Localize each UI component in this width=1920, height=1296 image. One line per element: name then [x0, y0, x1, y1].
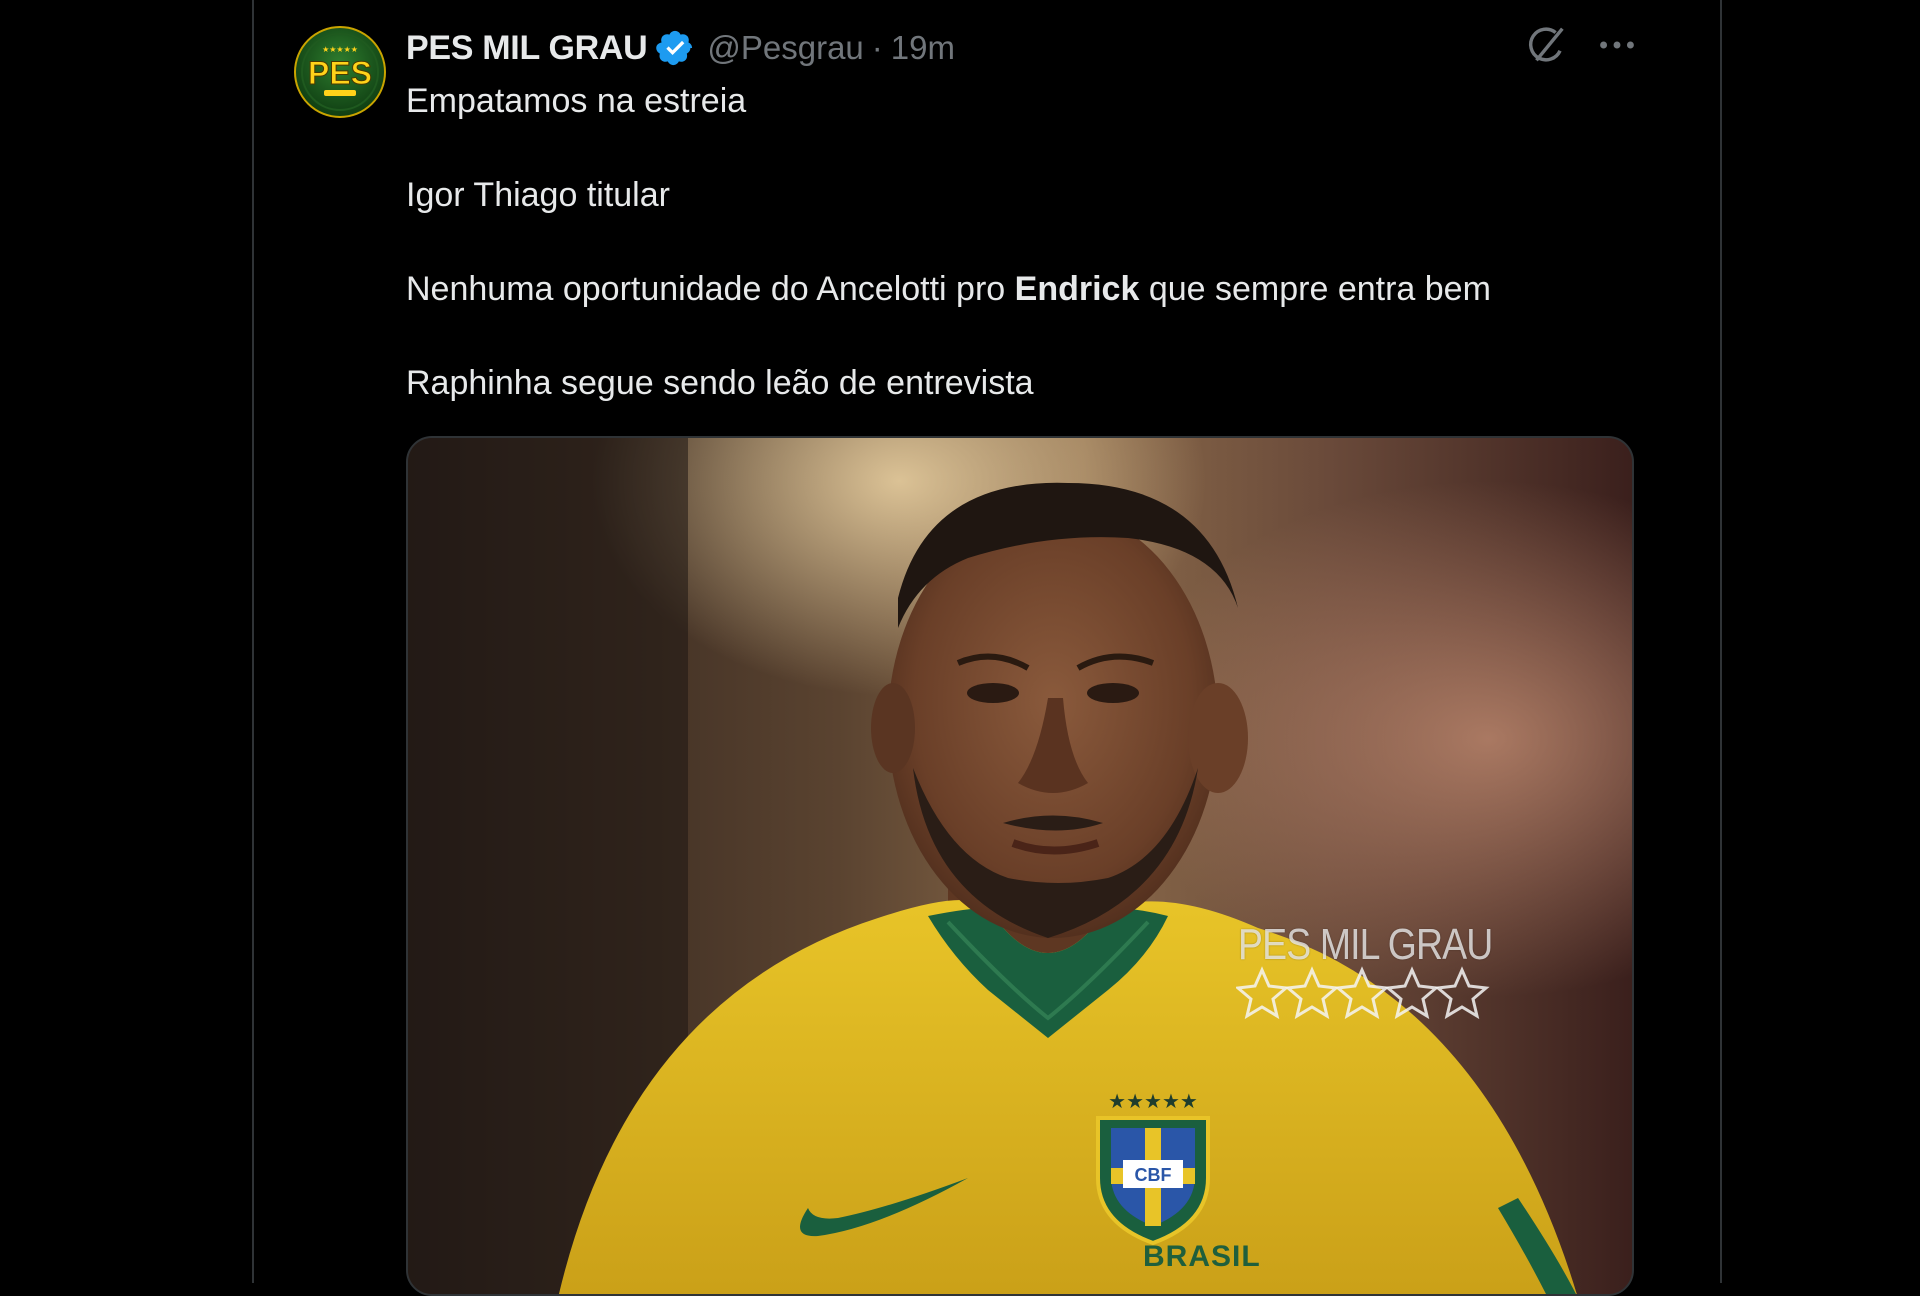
tweet[interactable]: PES ★★★★★ PES MIL GRAU @Pesgrau · 19m Em…	[254, 0, 1720, 1296]
verified-badge-icon[interactable]	[655, 28, 695, 68]
tweet-line-3-bold: Endrick	[1014, 270, 1140, 308]
watermark-stars	[1236, 966, 1490, 1020]
svg-text:★★★★★: ★★★★★	[1108, 1089, 1198, 1113]
display-name[interactable]: PES MIL GRAU	[406, 29, 648, 68]
watermark-text: PES MIL GRAU	[1238, 920, 1493, 969]
tweet-line-1: Empatamos na estreia	[406, 82, 747, 120]
tweet-text: Empatamos na estreia Igor Thiago titular…	[406, 78, 1606, 407]
grok-icon[interactable]	[1524, 22, 1570, 68]
crest-badge-text: CBF	[1135, 1165, 1172, 1185]
handle[interactable]: @Pesgrau	[707, 29, 863, 67]
tweet-actions-top	[1524, 22, 1640, 68]
timeline-column: PES ★★★★★ PES MIL GRAU @Pesgrau · 19m Em…	[252, 0, 1722, 1296]
avatar[interactable]: PES ★★★★★	[294, 26, 386, 118]
tweet-header: PES MIL GRAU @Pesgrau · 19m	[406, 26, 955, 70]
more-options-icon[interactable]	[1594, 22, 1640, 68]
timestamp[interactable]: 19m	[891, 29, 955, 67]
shirt-text: BRASIL	[1143, 1240, 1261, 1273]
tweet-line-3-before: Nenhuma oportunidade do Ancelotti pro	[406, 270, 1015, 308]
media-illustration: ★★★★★ CBF	[408, 438, 1632, 1294]
tweet-line-3-after: que sempre entra bem	[1139, 270, 1491, 308]
svg-text:PES: PES	[308, 55, 372, 91]
svg-text:★★★★★: ★★★★★	[322, 45, 358, 54]
tweet-line-3: Nenhuma oportunidade do Ancelotti pro En…	[406, 266, 1606, 313]
tweet-line-4: Raphinha segue sendo leão de entrevista	[406, 364, 1034, 402]
tweet-line-2: Igor Thiago titular	[406, 176, 670, 214]
separator-dot: ·	[871, 29, 883, 66]
tweet-media-image[interactable]: ★★★★★ CBF PES MIL GRAU BRASIL	[406, 436, 1634, 1296]
